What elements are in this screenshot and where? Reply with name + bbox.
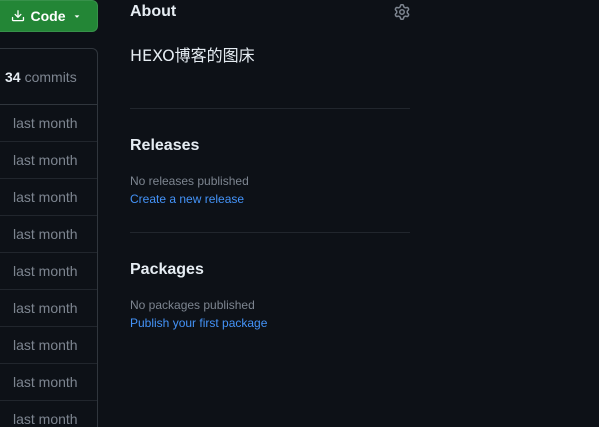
file-row-commit-date[interactable]: last month — [0, 142, 97, 179]
file-list: last month last month last month last month… — [0, 105, 97, 427]
publish-package-link[interactable]: Publish your first package — [130, 316, 267, 330]
code-button-label: Code — [30, 8, 66, 24]
packages-title[interactable]: Packages — [130, 261, 410, 279]
repo-page: Code 34 commits last month last month last… — [0, 0, 599, 427]
commits-link[interactable]: 34 commits — [0, 49, 97, 105]
file-row-commit-date[interactable]: last month — [0, 179, 97, 216]
repo-description: HEXO博客的图床 — [130, 46, 255, 65]
commit-count: 34 — [5, 68, 21, 85]
file-row-commit-date[interactable]: last month — [0, 327, 97, 364]
repo-sidebar: About HEXO博客的图床 Releases No releases pub… — [130, 0, 410, 356]
releases-section: Releases No releases published Create a … — [130, 109, 410, 232]
about-header: About — [130, 0, 410, 25]
file-row-commit-date[interactable]: last month — [0, 105, 97, 142]
about-title: About — [130, 3, 177, 20]
commits-box: 34 commits last month last month last mont… — [0, 48, 98, 427]
gear-icon[interactable] — [394, 4, 410, 20]
releases-title[interactable]: Releases — [130, 137, 410, 155]
file-row-commit-date[interactable]: last month — [0, 290, 97, 327]
code-button[interactable]: Code — [0, 0, 98, 32]
file-row-commit-date[interactable]: last month — [0, 216, 97, 253]
releases-empty-text: No releases published — [130, 174, 249, 188]
file-row-commit-date[interactable]: last month — [0, 401, 97, 427]
create-release-link[interactable]: Create a new release — [130, 192, 244, 206]
file-row-commit-date[interactable]: last month — [0, 364, 97, 401]
file-browser: Code 34 commits last month last month last… — [0, 0, 98, 427]
packages-section: Packages No packages published Publish y… — [130, 233, 410, 356]
packages-empty-text: No packages published — [130, 298, 255, 312]
triangle-down-icon — [72, 11, 82, 21]
download-icon — [11, 9, 25, 23]
file-row-commit-date[interactable]: last month — [0, 253, 97, 290]
commits-label: commits — [24, 68, 77, 85]
